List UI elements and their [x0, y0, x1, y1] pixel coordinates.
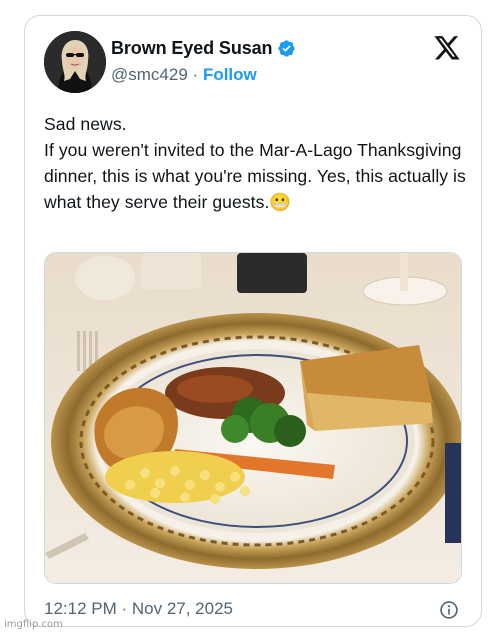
dinner-plate-photo — [45, 253, 461, 583]
display-name[interactable]: Brown Eyed Susan — [111, 38, 273, 59]
tweet-text-block: Sad news. If you weren't invited to the … — [44, 111, 474, 215]
tweet-photo[interactable] — [44, 252, 462, 584]
handle-row: @smc429 · Follow — [111, 65, 257, 85]
handle[interactable]: @smc429 — [111, 65, 188, 84]
grimace-emoji: 😬 — [269, 192, 292, 212]
follow-button[interactable]: Follow — [203, 65, 257, 84]
x-logo-icon[interactable] — [433, 36, 461, 62]
info-icon[interactable] — [439, 600, 459, 620]
verified-badge-icon — [278, 40, 296, 57]
imgflip-watermark: imgflip.com — [4, 619, 63, 630]
separator-dot: · — [192, 65, 199, 84]
tweet-card: Brown Eyed Susan @smc429 · Follow Sad ne… — [24, 15, 482, 627]
tweet-text: Sad news. If you weren't invited to the … — [44, 114, 466, 212]
display-name-row[interactable]: Brown Eyed Susan — [111, 38, 296, 59]
avatar-photo — [44, 31, 106, 93]
timestamp[interactable]: 12:12 PM · Nov 27, 2025 — [44, 599, 233, 619]
avatar[interactable] — [44, 31, 106, 93]
